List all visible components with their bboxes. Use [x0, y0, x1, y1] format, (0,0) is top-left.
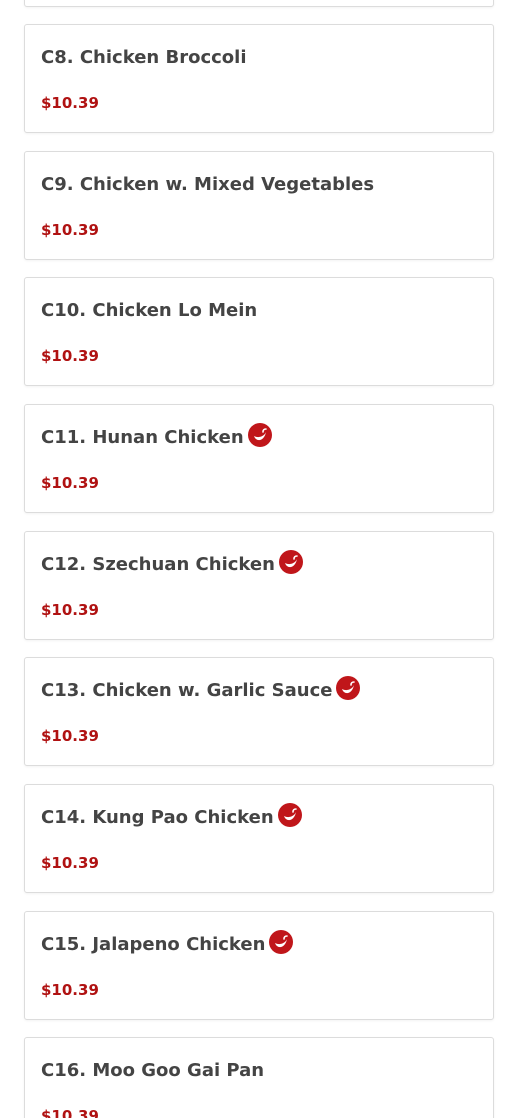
menu-item-title: C8. Chicken Broccoli	[41, 47, 247, 68]
menu-item-card[interactable]: C10. Chicken Lo Mein $10.39	[24, 277, 494, 386]
menu-item-name: C16. Moo Goo Gai Pan	[41, 1060, 265, 1081]
menu-list: C8. Chicken Broccoli $10.39 C9. Chicken …	[0, 0, 525, 1118]
menu-item-title: C11. Hunan Chicken	[41, 422, 272, 448]
menu-item-price: $10.39	[41, 474, 99, 492]
menu-item-title: C15. Jalapeno Chicken	[41, 929, 294, 955]
menu-item-price: $10.39	[41, 1107, 99, 1118]
menu-item-name: C13. Chicken w. Garlic Sauce	[41, 680, 333, 701]
menu-item-card[interactable]: C11. Hunan Chicken $10.39	[24, 404, 494, 513]
menu-item-card[interactable]: C8. Chicken Broccoli $10.39	[24, 24, 494, 133]
menu-item-name: C15. Jalapeno Chicken	[41, 934, 266, 955]
menu-item-card[interactable]: C12. Szechuan Chicken $10.39	[24, 531, 494, 640]
menu-item-title: C9. Chicken w. Mixed Vegetables	[41, 174, 374, 195]
menu-item-price: $10.39	[41, 854, 99, 872]
menu-item-card[interactable]	[24, 0, 494, 7]
menu-item-price: $10.39	[41, 981, 99, 999]
menu-item-title: C13. Chicken w. Garlic Sauce	[41, 675, 361, 701]
menu-item-card[interactable]: C14. Kung Pao Chicken $10.39	[24, 784, 494, 893]
menu-item-card[interactable]: C9. Chicken w. Mixed Vegetables $10.39	[24, 151, 494, 260]
chili-pepper-icon	[277, 802, 302, 827]
menu-item-name: C9. Chicken w. Mixed Vegetables	[41, 174, 375, 195]
menu-item-title: C14. Kung Pao Chicken	[41, 802, 302, 828]
chili-pepper-icon	[247, 422, 272, 447]
menu-item-price: $10.39	[41, 347, 99, 365]
menu-item-card[interactable]: C15. Jalapeno Chicken $10.39	[24, 911, 494, 1020]
chili-pepper-icon	[336, 675, 361, 700]
menu-item-name: C11. Hunan Chicken	[41, 427, 244, 448]
chili-pepper-icon	[269, 929, 294, 954]
menu-item-name: C8. Chicken Broccoli	[41, 47, 247, 68]
menu-item-card[interactable]: C16. Moo Goo Gai Pan $10.39	[24, 1037, 494, 1118]
menu-item-price: $10.39	[41, 221, 99, 239]
menu-item-title: C12. Szechuan Chicken	[41, 549, 303, 575]
menu-item-price: $10.39	[41, 94, 99, 112]
menu-item-title: C10. Chicken Lo Mein	[41, 300, 257, 321]
menu-item-price: $10.39	[41, 601, 99, 619]
menu-item-card[interactable]: C13. Chicken w. Garlic Sauce $10.39	[24, 657, 494, 766]
menu-item-price: $10.39	[41, 727, 99, 745]
menu-item-name: C10. Chicken Lo Mein	[41, 300, 258, 321]
menu-item-name: C14. Kung Pao Chicken	[41, 807, 274, 828]
chili-pepper-icon	[278, 549, 303, 574]
menu-item-name: C12. Szechuan Chicken	[41, 554, 275, 575]
menu-item-title: C16. Moo Goo Gai Pan	[41, 1060, 264, 1081]
